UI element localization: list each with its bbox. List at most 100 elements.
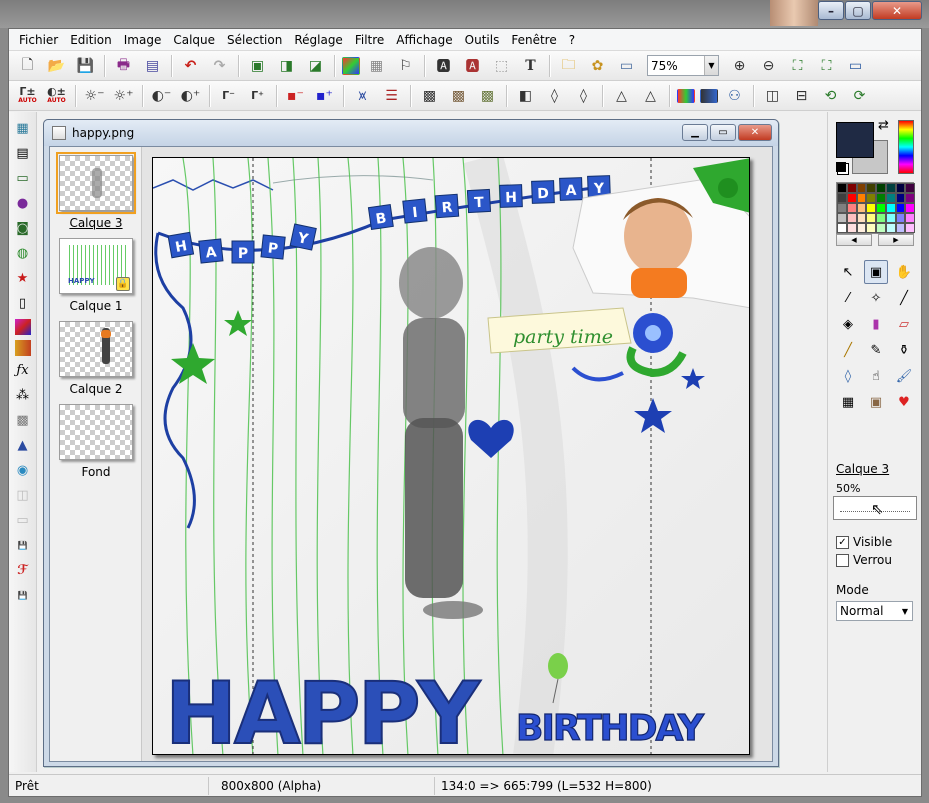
redo-icon[interactable]: ↷ (208, 54, 232, 78)
opacity-slider[interactable]: ⇖ (833, 496, 917, 520)
save-icon[interactable]: 💾 (74, 54, 98, 78)
eraser-icon[interactable]: ▱ (892, 312, 916, 336)
palette-swatch[interactable] (837, 203, 847, 213)
rotate-left-icon[interactable]: ⟲ (819, 84, 843, 108)
palette-swatch[interactable] (846, 183, 857, 193)
layers-stack-icon[interactable]: ▣ (246, 54, 270, 78)
palette-swatch[interactable] (837, 183, 847, 193)
layer-merge-icon[interactable]: ◪ (304, 54, 328, 78)
sharpen-icon[interactable]: △ (610, 84, 634, 108)
palette-swatch[interactable] (905, 213, 915, 223)
palette-prev-button[interactable]: ◀ (836, 234, 872, 246)
color-channel-icon[interactable] (699, 88, 718, 103)
folder-tree-icon[interactable]: 🗀 (557, 54, 581, 78)
palette-swatch[interactable] (885, 183, 896, 193)
palette-swatch[interactable] (866, 183, 876, 193)
palette-swatch[interactable] (866, 223, 876, 233)
mosaic-icon[interactable]: ▩ (13, 411, 33, 431)
menu-help[interactable]: ? (563, 30, 581, 50)
palette-swatch[interactable] (876, 183, 886, 193)
contrast-down-icon[interactable]: ◐⁻ (150, 84, 174, 108)
doc-close-button[interactable]: ✕ (738, 124, 772, 141)
palette-swatch[interactable] (885, 223, 896, 233)
rotate-right-icon[interactable]: ⟳ (848, 84, 872, 108)
doc-maximize-button[interactable]: ▭ (710, 124, 736, 141)
palette-swatch[interactable] (905, 183, 915, 193)
document-icon[interactable]: ▯ (13, 294, 33, 314)
chevron-down-icon[interactable]: ▼ (902, 607, 912, 616)
tablet-icon[interactable]: ▭ (13, 511, 33, 531)
sharpen-2-icon[interactable]: △ (639, 84, 663, 108)
portrait-icon[interactable]: ▣ (864, 390, 888, 414)
color-gradient-icon[interactable] (341, 56, 360, 75)
star-icon[interactable]: ★ (13, 269, 33, 289)
swap-colors-icon[interactable]: ⇄ (878, 118, 889, 133)
palette-swatch[interactable] (837, 223, 847, 233)
palette-swatch[interactable] (895, 213, 906, 223)
palette-swatch[interactable] (856, 213, 867, 223)
undo-icon[interactable]: ↶ (179, 54, 203, 78)
reset-colors-icon[interactable] (836, 162, 846, 172)
page-icon[interactable]: ▤ (13, 144, 33, 164)
function-icon[interactable]: ƒx (13, 361, 33, 381)
gradient-icon[interactable] (14, 318, 31, 335)
menu-fichier[interactable]: Fichier (13, 30, 64, 50)
document-titlebar[interactable]: happy.png ▁ ▭ ✕ (44, 120, 778, 146)
color-palette[interactable] (836, 182, 915, 234)
palette-swatch[interactable] (876, 193, 886, 203)
brush-icon[interactable]: ╱ (836, 338, 860, 362)
full-view-icon[interactable]: ⛶ (815, 54, 839, 78)
mosaic-3-icon[interactable]: ▩ (476, 84, 500, 108)
text-frame-2-icon[interactable]: 🅰 (461, 54, 485, 78)
stamp-icon[interactable]: ⚱ (892, 338, 916, 362)
brightness-up-icon[interactable]: ☼⁺ (112, 84, 136, 108)
mode-select[interactable]: Normal ▼ (836, 601, 913, 621)
palette-swatch[interactable] (856, 223, 867, 233)
layer-copy-icon[interactable]: ◨ (275, 54, 299, 78)
menu-affichage[interactable]: Affichage (390, 30, 458, 50)
mosaic-2-icon[interactable]: ▩ (447, 84, 471, 108)
menu-image[interactable]: Image (118, 30, 168, 50)
palette-swatch[interactable] (866, 193, 876, 203)
close-button[interactable]: ✕ (872, 1, 922, 20)
palette-swatch[interactable] (846, 213, 857, 223)
fit-window-icon[interactable]: ⛶ (786, 54, 810, 78)
monitor-icon[interactable]: ▭ (13, 169, 33, 189)
text-tool-icon[interactable]: T (519, 54, 543, 78)
saturation-down-icon[interactable]: ▪⁻ (284, 84, 308, 108)
menu-reglage[interactable]: Réglage (288, 30, 349, 50)
palette-swatch[interactable] (866, 213, 876, 223)
pattern-icon[interactable]: ⁂ (13, 386, 33, 406)
eyedropper-icon[interactable]: ⁄ (836, 286, 860, 310)
palette-swatch[interactable] (905, 223, 915, 233)
layer-item[interactable]: Calque 2 (58, 321, 134, 396)
contrast-auto-icon[interactable]: Γ± AUTO (16, 84, 40, 108)
drop-2-icon[interactable]: ◊ (572, 84, 596, 108)
figure-icon[interactable]: ⚐ (394, 54, 418, 78)
flip-icon[interactable]: ⊟ (790, 84, 814, 108)
window-icon[interactable]: ▭ (615, 54, 639, 78)
line-icon[interactable]: ╱ (892, 286, 916, 310)
menu-edition[interactable]: Edition (64, 30, 118, 50)
palette-swatch[interactable] (856, 193, 867, 203)
visible-checkbox[interactable]: ✓ Visible (836, 535, 892, 549)
palette-swatch[interactable] (837, 213, 847, 223)
chevron-down-icon[interactable]: ▼ (704, 56, 718, 75)
menu-fenetre[interactable]: Fenêtre (505, 30, 562, 50)
palette-swatch[interactable] (846, 193, 857, 203)
palette-swatch[interactable] (866, 203, 876, 213)
sphere-icon[interactable]: ● (13, 194, 33, 214)
menu-calque[interactable]: Calque (167, 30, 221, 50)
scan-icon[interactable]: ▤ (141, 54, 165, 78)
zoom-in-icon[interactable]: ⊕ (728, 54, 752, 78)
brightness-down-icon[interactable]: ☼⁻ (83, 84, 107, 108)
mosaic-1-icon[interactable]: ▩ (418, 84, 442, 108)
open-folder-icon[interactable]: 📂 (45, 54, 69, 78)
palette-next-button[interactable]: ▶ (878, 234, 914, 246)
pdf-icon[interactable]: ℱ (13, 561, 33, 581)
mountain-icon[interactable]: ▲ (13, 436, 33, 456)
drop-tool-icon[interactable]: ◊ (836, 364, 860, 388)
palette-swatch[interactable] (846, 223, 857, 233)
grid-tool-icon[interactable]: ▦ (836, 390, 860, 414)
book-icon[interactable]: ◫ (13, 486, 33, 506)
